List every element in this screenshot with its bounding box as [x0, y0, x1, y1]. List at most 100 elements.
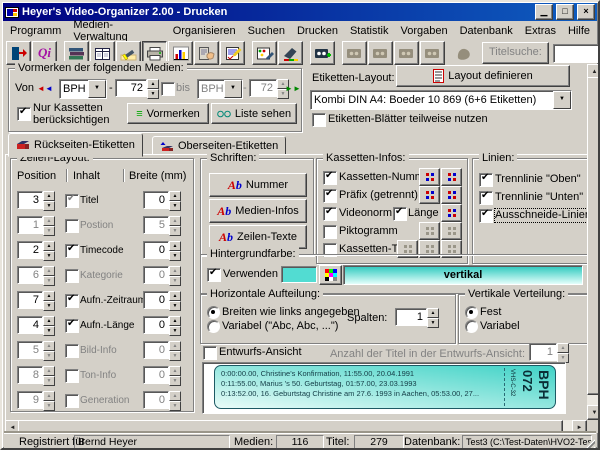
row-checkbox[interactable] — [65, 219, 79, 233]
vertical-scroll-thumb[interactable] — [587, 77, 600, 395]
menu-extras[interactable]: Extras — [519, 23, 562, 39]
tab-rueckseiten-etiketten[interactable]: Rückseiten-Etiketten — [8, 133, 143, 157]
row-checkbox[interactable] — [65, 319, 79, 333]
color-picker-button[interactable] — [319, 265, 342, 285]
skip-forward-icon[interactable]: ► — [293, 82, 301, 95]
spin-up-icon[interactable]: ▲ — [43, 316, 55, 326]
position-mini-button[interactable] — [441, 204, 462, 222]
row-position-spinner[interactable]: 3▲▼ — [17, 191, 55, 209]
spin-down-icon[interactable]: ▼ — [147, 89, 159, 99]
dropdown-arrow-icon[interactable]: ▼ — [88, 80, 106, 98]
edit-media-button[interactable] — [194, 41, 219, 65]
titelsuche-input[interactable] — [553, 44, 600, 63]
menu-datenbank[interactable]: Datenbank — [454, 23, 519, 39]
spin-up-icon[interactable]: ▲ — [43, 191, 55, 201]
row-checkbox[interactable] — [65, 244, 79, 258]
spin-up-icon[interactable]: ▲ — [169, 291, 181, 301]
nummer-font-button[interactable]: AbNummer — [209, 173, 307, 197]
spin-down-icon[interactable]: ▼ — [169, 301, 181, 311]
praefix-checkbox[interactable] — [323, 189, 337, 203]
spin-down-icon[interactable]: ▼ — [43, 326, 55, 336]
row-checkbox[interactable] — [65, 369, 79, 383]
font-mini-button[interactable] — [419, 186, 440, 204]
spin-down-icon[interactable]: ▼ — [43, 201, 55, 211]
laenge-checkbox[interactable] — [393, 207, 407, 221]
kassetten-nummer-checkbox[interactable] — [323, 171, 337, 185]
step-forward-icon[interactable]: ► — [285, 82, 293, 95]
entwurfs-ansicht-checkbox[interactable] — [203, 346, 217, 360]
row-position-spinner[interactable]: 7▲▼ — [17, 291, 55, 309]
close-button[interactable]: × — [577, 4, 595, 20]
spin-down-icon[interactable]: ▼ — [169, 201, 181, 211]
skip-back-icon[interactable]: ◄ — [37, 82, 45, 95]
spin-up-icon[interactable]: ▲ — [147, 79, 159, 89]
spin-up-icon[interactable]: ▲ — [169, 241, 181, 251]
position-mini-button[interactable] — [441, 186, 462, 204]
fest-radio[interactable] — [465, 306, 478, 319]
spin-down-icon[interactable]: ▼ — [169, 251, 181, 261]
medien-infos-font-button[interactable]: AbMedien-Infos — [209, 199, 307, 223]
menu-drucken[interactable]: Drucken — [291, 23, 344, 39]
row-width-spinner[interactable]: 0▲▼ — [143, 316, 181, 334]
spin-up-icon[interactable]: ▲ — [43, 241, 55, 251]
menu-hilfe[interactable]: Hilfe — [562, 23, 596, 39]
bis-checkbox[interactable] — [161, 82, 175, 96]
nur-kassetten-checkbox[interactable] — [17, 107, 31, 121]
row-position-spinner[interactable]: 4▲▼ — [17, 316, 55, 334]
layout-definieren-button[interactable]: Layout definieren — [396, 65, 570, 87]
etiketten-layout-combo[interactable]: Kombi DIN A4: Boeder 10 869 (6+6 Etikett… — [310, 90, 572, 110]
row-checkbox[interactable] — [65, 294, 79, 308]
row-width-spinner[interactable]: 0▲▼ — [143, 291, 181, 309]
gradient-direction-selector[interactable]: vertikal — [343, 265, 583, 285]
minimize-button[interactable]: ▁ — [535, 4, 553, 20]
menu-programm[interactable]: Programm — [4, 23, 67, 39]
menu-organisieren[interactable]: Organisieren — [167, 23, 242, 39]
ausschneide-linien-checkbox[interactable] — [479, 209, 493, 223]
from-number-spinner[interactable]: 72▲▼ — [115, 79, 159, 97]
row-width-spinner[interactable]: 0▲▼ — [143, 241, 181, 259]
variabel-radio[interactable] — [207, 320, 220, 333]
marker-button[interactable] — [278, 41, 303, 65]
zeilen-texte-font-button[interactable]: AbZeilen-Texte — [209, 225, 307, 249]
from-prefix-combo[interactable]: BPH▼ — [59, 79, 107, 99]
verwenden-checkbox[interactable] — [207, 268, 221, 282]
spin-down-icon[interactable]: ▼ — [169, 326, 181, 336]
row-width-spinner[interactable]: 0▲▼ — [143, 191, 181, 209]
breiten-radio[interactable] — [207, 306, 220, 319]
menu-vorgaben[interactable]: Vorgaben — [394, 23, 453, 39]
variabel-vert-radio[interactable] — [465, 320, 478, 333]
liste-sehen-button[interactable]: Liste sehen — [211, 103, 297, 124]
trennlinie-unten-checkbox[interactable] — [479, 191, 493, 205]
spin-up-icon[interactable]: ▲ — [427, 308, 439, 318]
row-position-spinner[interactable]: 2▲▼ — [17, 241, 55, 259]
spin-up-icon[interactable]: ▲ — [43, 291, 55, 301]
step-back-icon[interactable]: ◄ — [45, 82, 53, 95]
horizontal-scrollbar[interactable]: ◄ ► — [5, 420, 587, 433]
format-labels-button[interactable] — [252, 41, 277, 65]
row-checkbox[interactable] — [65, 269, 79, 283]
vormerken-button[interactable]: ≡Vormerken — [127, 103, 209, 124]
piktogramm-checkbox[interactable] — [323, 225, 337, 239]
menu-suchen[interactable]: Suchen — [242, 23, 291, 39]
etiketten-partial-checkbox[interactable] — [312, 113, 326, 127]
spin-down-icon[interactable]: ▼ — [43, 301, 55, 311]
dropdown-arrow-icon[interactable]: ▼ — [553, 91, 571, 109]
spin-up-icon[interactable]: ▲ — [169, 316, 181, 326]
videonorm-checkbox[interactable] — [323, 207, 337, 221]
position-mini-button[interactable] — [441, 168, 462, 186]
font-mini-button[interactable] — [419, 168, 440, 186]
menu-statistik[interactable]: Statistik — [344, 23, 395, 39]
add-cassette-button[interactable] — [310, 41, 335, 65]
scroll-down-icon[interactable]: ▼ — [587, 405, 600, 420]
spin-down-icon[interactable]: ▼ — [43, 251, 55, 261]
row-checkbox[interactable] — [65, 194, 79, 208]
edit-notes-button[interactable] — [220, 41, 245, 65]
trennlinie-oben-checkbox[interactable] — [479, 173, 493, 187]
vertical-scrollbar[interactable]: ▲ ▼ — [587, 64, 600, 420]
row-checkbox[interactable] — [65, 344, 79, 358]
maximize-button[interactable]: □ — [556, 4, 574, 20]
spin-up-icon[interactable]: ▲ — [169, 191, 181, 201]
spin-down-icon[interactable]: ▼ — [427, 318, 439, 328]
spalten-spinner[interactable]: 1▲▼ — [395, 308, 439, 326]
row-checkbox[interactable] — [65, 394, 79, 408]
